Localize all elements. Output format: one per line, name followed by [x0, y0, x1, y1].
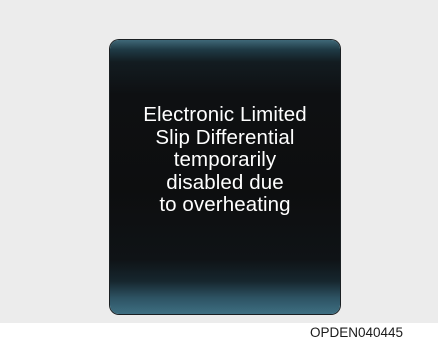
figure-panel: Electronic Limited Slip Differential tem… [0, 0, 438, 323]
message-line-5: to overheating [159, 193, 291, 216]
figure-code: OPDEN040445 [310, 325, 404, 340]
warning-message: Electronic Limited Slip Differential tem… [110, 103, 340, 217]
message-line-4: disabled due [166, 170, 284, 194]
cluster-display: Electronic Limited Slip Differential tem… [110, 40, 340, 314]
message-line-3: temporarily [173, 148, 277, 171]
message-line-1: Electronic Limited [143, 103, 307, 126]
message-line-2: Slip Differential [155, 125, 295, 149]
